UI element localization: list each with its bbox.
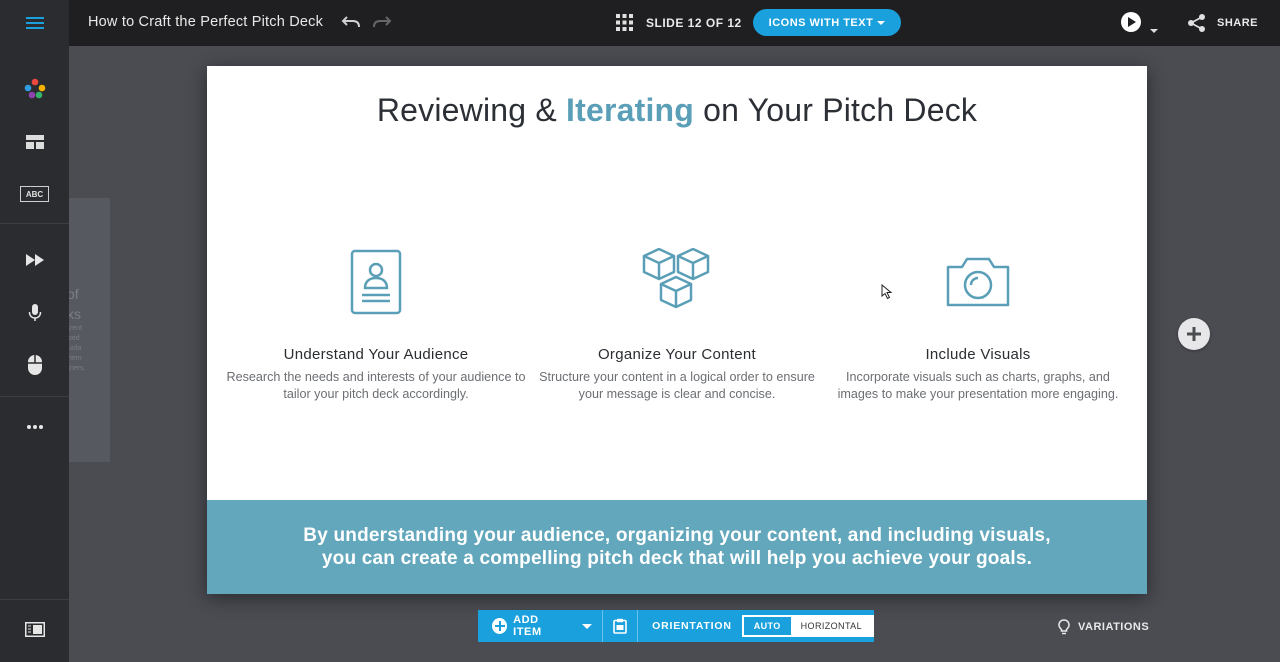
sidebar-divider — [0, 599, 69, 600]
orientation-label: ORIENTATION — [652, 620, 732, 632]
sidebar-item-animation[interactable] — [0, 253, 69, 267]
card-organize-content[interactable]: Organize Your Content Structure your con… — [527, 246, 827, 403]
card-icon-wrap — [527, 246, 827, 318]
chevron-down-icon — [877, 21, 886, 25]
card-include-visuals[interactable]: Include Visuals Incorporate visuals such… — [828, 246, 1128, 403]
left-sidebar: ABC — [0, 46, 69, 662]
ghost-title: of ks — [69, 286, 81, 322]
notes-panel-icon — [24, 622, 45, 637]
slide-toolbar: ADD ITEM ORIENTATION AUTO HORIZONTAL — [478, 610, 874, 642]
sidebar-item-notes[interactable] — [0, 622, 69, 637]
mouse-icon — [27, 355, 42, 375]
mouse-cursor-icon — [881, 284, 893, 300]
plus-circle-icon — [492, 618, 508, 634]
orientation-option-auto[interactable]: AUTO — [743, 617, 791, 635]
add-item-button[interactable]: ADD ITEM — [478, 610, 602, 642]
slide-canvas[interactable]: Reviewing & Iterating on Your Pitch Deck… — [207, 66, 1147, 594]
footer-text[interactable]: By understanding your audience, organizi… — [303, 524, 1050, 570]
top-bar: How to Craft the Perfect Pitch Deck SLID… — [0, 0, 1280, 46]
sidebar-divider — [0, 223, 69, 224]
clipboard-button[interactable] — [603, 610, 638, 642]
layout-type-button[interactable]: ICONS WITH TEXT — [753, 9, 901, 36]
variations-label: VARIATIONS — [1078, 621, 1150, 633]
card-title[interactable]: Include Visuals — [828, 346, 1128, 363]
chevron-down-icon — [1150, 29, 1158, 33]
text-icon: ABC — [20, 186, 49, 202]
lightbulb-icon — [1058, 619, 1070, 635]
redo-icon[interactable] — [371, 12, 393, 32]
share-icon[interactable] — [1187, 13, 1207, 33]
add-slide-button[interactable] — [1178, 318, 1210, 350]
orientation-toggle[interactable]: AUTO HORIZONTAL — [741, 615, 874, 637]
slide-footer-band[interactable]: By understanding your audience, organizi… — [207, 500, 1147, 594]
fast-forward-icon — [25, 254, 44, 266]
cubes-icon — [642, 248, 710, 309]
add-item-label: ADD ITEM — [513, 614, 542, 638]
sidebar-item-more[interactable] — [0, 424, 69, 430]
sidebar-item-layout[interactable] — [0, 135, 69, 149]
sidebar-item-theme[interactable] — [0, 78, 69, 100]
sidebar-item-voiceover[interactable] — [0, 304, 69, 322]
slide-grid-icon[interactable] — [616, 14, 633, 31]
slide-title[interactable]: Reviewing & Iterating on Your Pitch Deck — [207, 92, 1147, 129]
camera-icon — [946, 257, 1010, 307]
document-title[interactable]: How to Craft the Perfect Pitch Deck — [88, 14, 323, 30]
previous-slide-preview[interactable]: of ks trent ped uola hem tners. — [69, 198, 110, 462]
card-text[interactable]: Research the needs and interests of your… — [226, 369, 526, 403]
undo-icon[interactable] — [340, 12, 362, 32]
slide-counter: SLIDE 12 OF 12 — [646, 16, 742, 30]
play-icon[interactable] — [1121, 12, 1141, 32]
id-card-icon — [350, 249, 402, 315]
variations-button[interactable]: VARIATIONS — [1058, 619, 1149, 635]
card-understand-audience[interactable]: Understand Your Audience Research the ne… — [226, 246, 526, 403]
chevron-down-icon — [581, 624, 592, 629]
sidebar-divider — [0, 396, 69, 397]
microphone-icon — [28, 304, 41, 321]
more-icon — [26, 425, 43, 429]
sidebar-item-text[interactable]: ABC — [0, 186, 69, 202]
share-button[interactable]: SHARE — [1217, 17, 1258, 29]
layout-icon — [25, 135, 44, 149]
hamburger-icon — [25, 17, 44, 29]
layout-type-label: ICONS WITH TEXT — [768, 16, 874, 29]
orientation-option-horizontal[interactable]: HORIZONTAL — [791, 617, 872, 635]
clipboard-icon — [613, 618, 627, 634]
card-text[interactable]: Incorporate visuals such as charts, grap… — [828, 369, 1128, 403]
card-title[interactable]: Organize Your Content — [527, 346, 827, 363]
card-icon-wrap — [226, 246, 526, 318]
card-title[interactable]: Understand Your Audience — [226, 346, 526, 363]
palette-icon — [24, 78, 45, 99]
main-menu-button[interactable] — [0, 0, 69, 46]
present-options-button[interactable] — [1150, 20, 1158, 38]
sidebar-item-interactivity[interactable] — [0, 354, 69, 376]
card-text[interactable]: Structure your content in a logical orde… — [527, 369, 827, 403]
ghost-body: trent ped uola hem tners. — [69, 325, 86, 372]
plus-icon — [1187, 327, 1201, 341]
card-icon-wrap — [828, 246, 1128, 318]
